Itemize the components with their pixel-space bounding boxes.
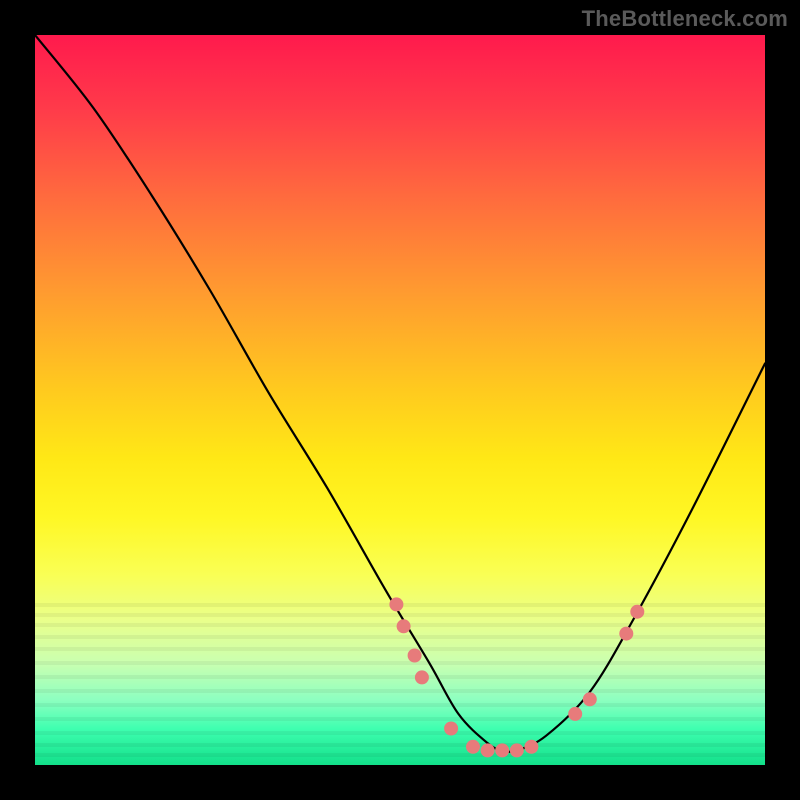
marker-point <box>568 707 582 721</box>
marker-group <box>389 597 644 757</box>
bottleneck-curve-path <box>35 35 765 752</box>
marker-point <box>389 597 403 611</box>
marker-point <box>630 605 644 619</box>
marker-point <box>397 619 411 633</box>
marker-point <box>524 740 538 754</box>
marker-point <box>583 692 597 706</box>
marker-point <box>510 743 524 757</box>
curve-group <box>35 35 765 752</box>
marker-point <box>495 743 509 757</box>
marker-point <box>444 722 458 736</box>
marker-point <box>408 649 422 663</box>
marker-point <box>466 740 480 754</box>
watermark-text: TheBottleneck.com <box>582 6 788 32</box>
plot-area <box>35 35 765 765</box>
chart-frame: TheBottleneck.com <box>0 0 800 800</box>
marker-point <box>481 743 495 757</box>
chart-svg <box>35 35 765 765</box>
marker-point <box>415 670 429 684</box>
marker-point <box>619 627 633 641</box>
